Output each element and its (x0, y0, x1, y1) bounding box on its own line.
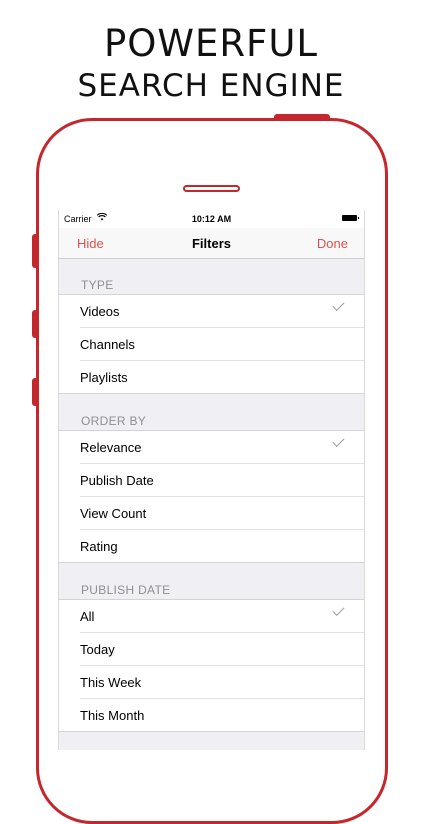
nav-bar: Hide Filters Done (59, 228, 364, 259)
checkmark-icon (332, 603, 345, 617)
status-bar: Carrier 10:12 AM (59, 210, 364, 228)
option-row-playlists[interactable]: Playlists (80, 360, 364, 393)
battery-icon (342, 215, 359, 221)
option-row-channels[interactable]: Channels (80, 327, 364, 360)
option-row-view-count[interactable]: View Count (80, 496, 364, 529)
phone-screen: Carrier 10:12 AM Hide Filters Done TYPE … (58, 210, 365, 750)
option-row-today[interactable]: Today (80, 632, 364, 665)
type-options-group: Videos Channels Playlists (59, 294, 364, 394)
section-header-publish-date: PUBLISH DATE (81, 583, 171, 597)
option-label: Relevance (80, 440, 142, 455)
promo-headline-line1: POWERFUL (103, 22, 319, 65)
checkmark-icon (332, 298, 345, 312)
option-row-rating[interactable]: Rating (80, 529, 364, 562)
option-label: All (80, 609, 95, 624)
checkmark-icon (332, 434, 345, 448)
section-header-type: TYPE (81, 278, 114, 292)
option-label: Videos (80, 304, 120, 319)
order-by-options-group: Relevance Publish Date View Count Rating (59, 430, 364, 563)
phone-speaker (183, 185, 240, 192)
publish-date-options-group: All Today This Week This Month (59, 599, 364, 732)
status-time: 10:12 AM (191, 214, 232, 224)
option-row-this-week[interactable]: This Week (80, 665, 364, 698)
option-row-all[interactable]: All (59, 600, 364, 632)
option-label: Playlists (80, 370, 128, 385)
option-label: Channels (80, 337, 135, 352)
done-button[interactable]: Done (317, 236, 348, 251)
option-label: View Count (80, 506, 147, 521)
option-label: Today (80, 642, 115, 657)
section-header-order-by: ORDER BY (81, 414, 147, 428)
option-row-this-month[interactable]: This Month (80, 698, 364, 731)
option-label: Rating (80, 539, 118, 554)
option-row-videos[interactable]: Videos (59, 295, 364, 327)
option-label: This Week (80, 675, 142, 690)
option-row-relevance[interactable]: Relevance (59, 431, 364, 463)
option-row-publish-date[interactable]: Publish Date (80, 463, 364, 496)
option-label: Publish Date (80, 473, 154, 488)
promo-headline-line2: SEARCH ENGINE (77, 68, 345, 104)
option-label: This Month (80, 708, 145, 723)
